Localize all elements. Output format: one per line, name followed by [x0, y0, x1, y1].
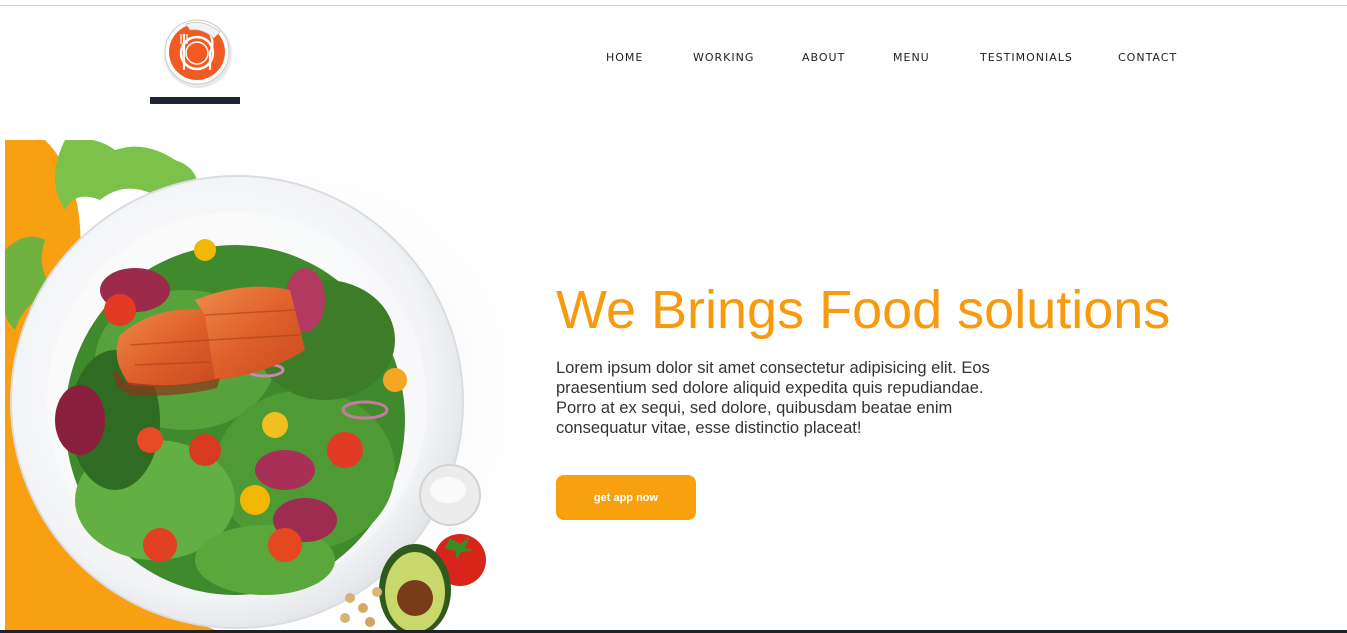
- salmon-salad-plate-image: [5, 140, 505, 630]
- get-app-button[interactable]: get app now: [556, 475, 696, 520]
- plate-fork-knife-icon: [164, 19, 232, 88]
- nav-testimonials[interactable]: TESTIMONIALS: [980, 51, 1073, 64]
- nav-contact[interactable]: CONTACT: [1118, 51, 1177, 64]
- hero-description: Lorem ipsum dolor sit amet consectetur a…: [556, 359, 990, 437]
- nav-home[interactable]: HOME: [606, 51, 643, 64]
- nav-about[interactable]: ABOUT: [802, 51, 845, 64]
- nav-menu[interactable]: MENU: [893, 51, 930, 64]
- nav-working[interactable]: WORKING: [693, 51, 754, 64]
- logo-strip: [150, 97, 240, 104]
- hero-title: We Brings Food solutions: [556, 280, 1171, 340]
- site-header: HOME WORKING ABOUT MENU TESTIMONIALS CON…: [0, 6, 1347, 126]
- logo[interactable]: [150, 18, 242, 104]
- landing-page: HOME WORKING ABOUT MENU TESTIMONIALS CON…: [0, 0, 1347, 633]
